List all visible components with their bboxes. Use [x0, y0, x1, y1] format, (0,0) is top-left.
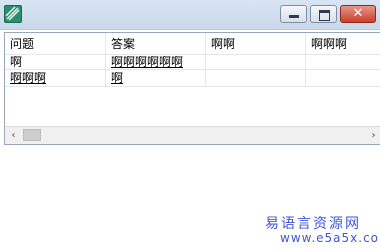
- table-cell[interactable]: 啊啊啊啊啊啊: [106, 55, 206, 69]
- scrollbar-thumb[interactable]: [23, 129, 41, 141]
- title-bar[interactable]: ✕: [0, 0, 380, 30]
- table-cell[interactable]: [306, 70, 380, 86]
- maximize-button[interactable]: [310, 5, 337, 23]
- table-row[interactable]: 啊 啊啊啊啊啊啊: [5, 55, 380, 70]
- column-header[interactable]: 啊啊: [206, 33, 306, 54]
- table-cell[interactable]: 啊啊啊: [5, 70, 106, 86]
- app-icon: [4, 5, 22, 23]
- scroll-left-icon[interactable]: ‹: [5, 127, 22, 144]
- close-button[interactable]: ✕: [340, 5, 376, 23]
- horizontal-scrollbar[interactable]: ‹ ›: [5, 126, 380, 144]
- column-header[interactable]: 问题: [5, 33, 106, 54]
- close-icon: ✕: [352, 6, 364, 21]
- data-grid[interactable]: 问题 答案 啊啊 啊啊啊 啊 啊啊啊啊啊啊 啊啊啊 啊 ‹ ›: [4, 32, 380, 145]
- app-window: ✕ 问题 答案 啊啊 啊啊啊 啊 啊啊啊啊啊啊 啊啊啊 啊 ‹ › 易语言资源网…: [0, 0, 380, 250]
- table-row[interactable]: 啊啊啊 啊: [5, 70, 380, 87]
- grid-header-row: 问题 答案 啊啊 啊啊啊: [5, 33, 380, 55]
- minimize-icon: [289, 15, 299, 18]
- cell-value: 啊: [111, 71, 124, 85]
- maximize-icon: [319, 10, 330, 21]
- table-cell[interactable]: [306, 55, 380, 69]
- table-cell[interactable]: 啊: [5, 55, 106, 69]
- cell-value: 啊啊啊: [10, 71, 47, 85]
- cell-value: 啊: [10, 55, 50, 69]
- watermark-text: 易语言资源网: [265, 216, 361, 232]
- column-header[interactable]: 答案: [106, 33, 206, 54]
- column-header[interactable]: 啊啊啊: [306, 33, 380, 54]
- scroll-right-icon[interactable]: ›: [365, 127, 380, 144]
- table-cell[interactable]: [206, 70, 306, 86]
- minimize-button[interactable]: [280, 5, 307, 23]
- table-cell[interactable]: 啊: [106, 70, 206, 86]
- cell-value: 啊啊啊啊啊啊: [111, 55, 184, 69]
- table-cell[interactable]: [206, 55, 306, 69]
- watermark-url: www.e5a5x.com: [280, 231, 380, 245]
